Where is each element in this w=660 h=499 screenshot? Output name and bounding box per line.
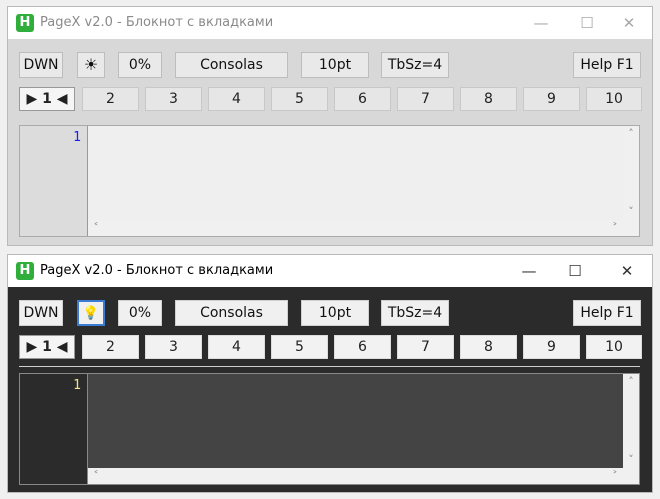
scroll-left-icon[interactable]: ˂ xyxy=(88,468,104,484)
notepad-window-light: H PageX v2.0 - Блокнот с вкладками — ☐ ✕… xyxy=(7,6,653,246)
tab-5[interactable]: 5 xyxy=(271,87,328,111)
tab-6[interactable]: 6 xyxy=(334,87,391,111)
maximize-button[interactable]: ☐ xyxy=(564,7,610,39)
sun-icon: ☀ xyxy=(83,55,99,74)
horizontal-scrollbar[interactable]: ˂ ˃ xyxy=(88,468,623,484)
font-button[interactable]: Consolas xyxy=(175,52,288,78)
theme-toggle-button[interactable]: 💡 xyxy=(77,300,105,326)
title-bar[interactable]: H PageX v2.0 - Блокнот с вкладками — ☐ ✕ xyxy=(8,7,652,39)
text-area[interactable] xyxy=(88,374,623,468)
tab-3[interactable]: 3 xyxy=(145,335,202,359)
scroll-down-icon[interactable]: ˅ xyxy=(623,204,639,220)
dwn-button[interactable]: DWN xyxy=(19,52,63,78)
tab-8[interactable]: 8 xyxy=(460,335,517,359)
minimize-button[interactable]: — xyxy=(518,7,564,39)
lightbulb-icon: 💡 xyxy=(82,306,100,321)
theme-toggle-button[interactable]: ☀ xyxy=(77,52,105,78)
close-button[interactable]: ✕ xyxy=(604,255,650,287)
line-number-gutter: 1 xyxy=(20,374,88,484)
tab-size-button[interactable]: TbSz=4 xyxy=(381,52,449,78)
tab-10[interactable]: 10 xyxy=(586,335,642,359)
tab-1[interactable]: ▶ 1 ◀ xyxy=(19,335,75,359)
scroll-right-icon[interactable]: ˃ xyxy=(607,220,623,236)
scroll-up-icon[interactable]: ˄ xyxy=(623,126,639,142)
font-button[interactable]: Consolas xyxy=(175,300,288,326)
tab-6[interactable]: 6 xyxy=(334,335,391,359)
vertical-scrollbar[interactable]: ˄ ˅ xyxy=(623,126,639,220)
vertical-scrollbar[interactable]: ˄ ˅ xyxy=(623,374,639,468)
divider xyxy=(19,366,640,367)
tab-3[interactable]: 3 xyxy=(145,87,202,111)
tab-9[interactable]: 9 xyxy=(523,87,580,111)
maximize-button[interactable]: ☐ xyxy=(552,255,598,287)
text-area[interactable] xyxy=(88,126,623,220)
tab-1[interactable]: ▶ 1 ◀ xyxy=(19,87,75,111)
font-size-button[interactable]: 10pt xyxy=(301,300,369,326)
window-title: PageX v2.0 - Блокнот с вкладками xyxy=(40,263,274,278)
help-button[interactable]: Help F1 xyxy=(573,52,641,78)
tab-2[interactable]: 2 xyxy=(82,87,139,111)
zoom-percent-button[interactable]: 0% xyxy=(118,300,162,326)
notepad-window-dark: H PageX v2.0 - Блокнот с вкладками — ☐ ✕… xyxy=(7,254,653,493)
app-icon: H xyxy=(16,262,34,280)
tab-4[interactable]: 4 xyxy=(208,335,265,359)
tab-10[interactable]: 10 xyxy=(586,87,642,111)
zoom-percent-button[interactable]: 0% xyxy=(118,52,162,78)
tab-size-button[interactable]: TbSz=4 xyxy=(381,300,449,326)
tab-9[interactable]: 9 xyxy=(523,335,580,359)
dwn-button[interactable]: DWN xyxy=(19,300,63,326)
title-bar[interactable]: H PageX v2.0 - Блокнот с вкладками — ☐ ✕ xyxy=(8,255,652,287)
scroll-down-icon[interactable]: ˅ xyxy=(623,452,639,468)
line-number-gutter: 1 xyxy=(20,126,88,236)
font-size-button[interactable]: 10pt xyxy=(301,52,369,78)
horizontal-scrollbar[interactable]: ˂ ˃ xyxy=(88,220,623,236)
close-button[interactable]: ✕ xyxy=(606,7,652,39)
scroll-corner xyxy=(623,220,639,236)
tab-7[interactable]: 7 xyxy=(397,87,454,111)
tab-8[interactable]: 8 xyxy=(460,87,517,111)
tab-2[interactable]: 2 xyxy=(82,335,139,359)
help-button[interactable]: Help F1 xyxy=(573,300,641,326)
tab-5[interactable]: 5 xyxy=(271,335,328,359)
tab-4[interactable]: 4 xyxy=(208,87,265,111)
minimize-button[interactable]: — xyxy=(506,255,552,287)
editor: 1 ˄ ˅ ˂ ˃ xyxy=(19,125,640,237)
scroll-right-icon[interactable]: ˃ xyxy=(607,468,623,484)
line-number: 1 xyxy=(73,130,81,145)
tab-7[interactable]: 7 xyxy=(397,335,454,359)
line-number: 1 xyxy=(73,378,81,393)
scroll-left-icon[interactable]: ˂ xyxy=(88,220,104,236)
window-title: PageX v2.0 - Блокнот с вкладками xyxy=(40,15,274,30)
scroll-up-icon[interactable]: ˄ xyxy=(623,374,639,390)
app-icon: H xyxy=(16,14,34,32)
scroll-corner xyxy=(623,468,639,484)
editor: 1 ˄ ˅ ˂ ˃ xyxy=(19,373,640,485)
